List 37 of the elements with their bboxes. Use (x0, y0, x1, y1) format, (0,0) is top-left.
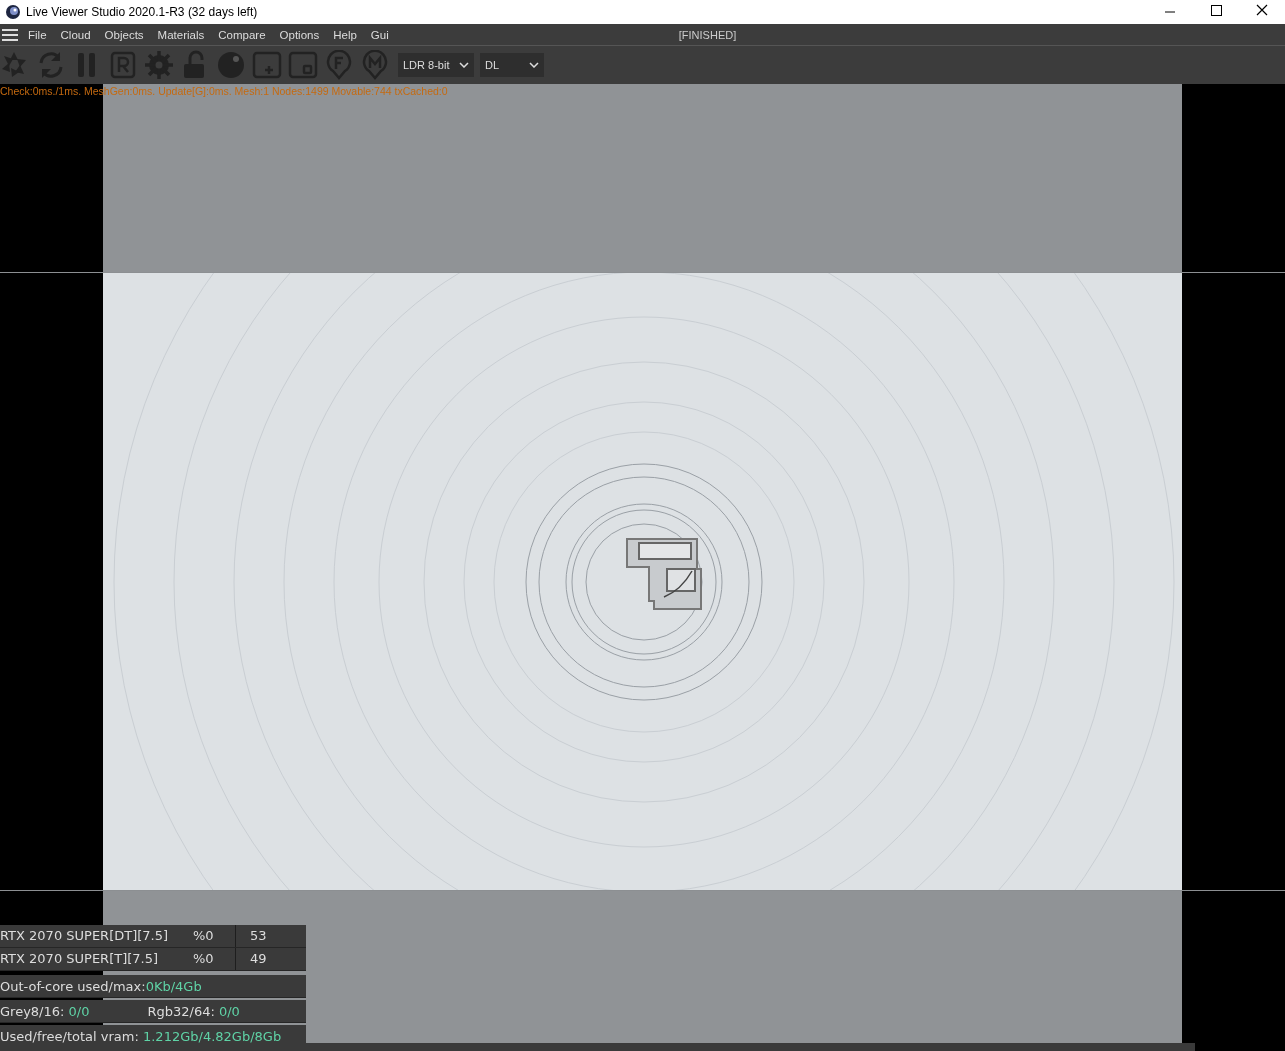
chevron-down-icon (459, 62, 469, 68)
stat-label: Used/free/total vram: (0, 1028, 140, 1044)
letter-m-pin-icon[interactable] (360, 50, 390, 80)
menu-item[interactable]: Help (333, 28, 357, 41)
render-status: [FINISHED] (678, 28, 737, 41)
stat-value: 0/0 (68, 1003, 90, 1019)
window-title: Live Viewer Studio 2020.1-R3 (32 days left) (26, 5, 258, 19)
stat-label: Out-of-core used/max: (0, 978, 146, 994)
menu-item[interactable]: Options (279, 28, 320, 41)
gpu-usage-cell-text: %0 (192, 927, 215, 945)
menu-item[interactable]: Compare (218, 28, 266, 41)
sphere-icon[interactable] (216, 50, 246, 80)
plus-box-icon[interactable] (252, 50, 282, 80)
letter-f-pin-icon[interactable] (324, 50, 354, 80)
gpu-temperature-cell: 53 (235, 925, 306, 947)
gpu-name-cell-text: RTX 2070 SUPER[DT][7.5] (0, 927, 170, 945)
letter-r-box-icon[interactable] (108, 50, 138, 80)
menu-icon[interactable] (2, 27, 18, 42)
gpu-usage-cell-text: %0 (192, 950, 215, 968)
chevron-down-icon (529, 62, 539, 68)
menu-item[interactable]: Materials (157, 28, 205, 41)
dropdown[interactable]: DL (480, 53, 544, 77)
dropdown[interactable]: LDR 8-bit (398, 53, 474, 77)
stat-label: Grey8/16: (0, 1003, 66, 1019)
menu-item[interactable]: Cloud (60, 28, 91, 41)
gpu-temperature-cell: 49 (235, 948, 306, 970)
menu-item[interactable]: File (28, 28, 47, 41)
stat-label: Rgb32/64: (147, 1003, 216, 1019)
gpu-name-cell-text: RTX 2070 SUPER[T][7.5] (0, 950, 160, 968)
stat-value: 0/0 (218, 1003, 240, 1019)
app-logo-icon (5, 4, 21, 20)
stat-value: 0Kb/4Gb (145, 978, 202, 994)
square-box-icon[interactable] (288, 50, 318, 80)
stat-value: 1.212Gb/4.82Gb/8Gb (142, 1028, 282, 1044)
gear-icon[interactable] (144, 50, 174, 80)
menu-item[interactable]: Gui (370, 28, 389, 41)
menu-item[interactable]: Objects (104, 28, 144, 41)
